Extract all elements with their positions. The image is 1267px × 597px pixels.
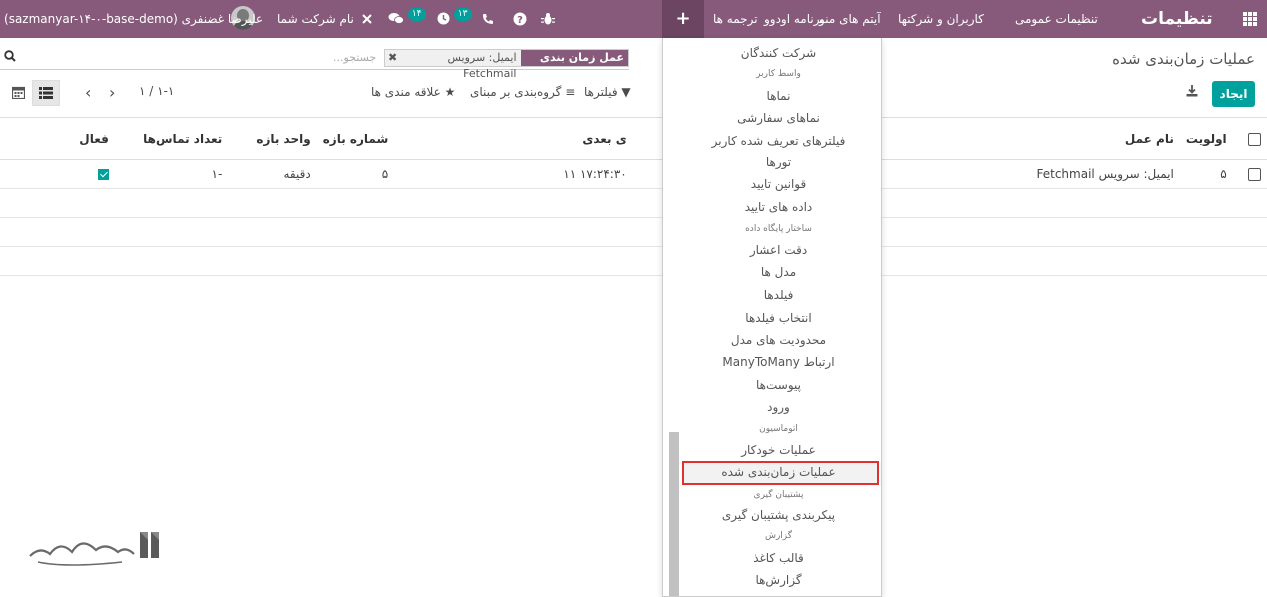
cell-name: ایمیل: سرویس Fetchmail — [1030, 159, 1180, 189]
dropdown-section-header: پشتیبان گیری — [753, 490, 804, 500]
cell-active — [0, 159, 115, 189]
table-row[interactable]: ۵ ایمیل: سرویس Fetchmail ۱۷:۲۴:۳۰ ۱۱ ۵ د… — [0, 159, 1267, 189]
filters-label: فیلترها — [584, 85, 618, 99]
dropdown-section-header: واسط کاربر — [756, 69, 801, 79]
chat-icon — [388, 13, 404, 24]
dropdown-menu-item[interactable]: پیکربندی پشتیبان گیری — [676, 508, 881, 522]
pager-value[interactable]: ۱-۱ / ۱ — [139, 84, 174, 98]
col-priority[interactable]: اولویت — [1179, 117, 1233, 160]
menu-odoo-app[interactable]: برنامه اودوو — [764, 0, 824, 38]
menu-general-settings[interactable]: تنظیمات عمومی — [1015, 0, 1098, 38]
col-interval-unit[interactable]: واحد بازه — [228, 117, 317, 160]
select-all-checkbox[interactable] — [1232, 117, 1267, 160]
activity-menu[interactable]: ۱۳ — [437, 0, 472, 38]
chat-badge: ۱۴ — [407, 8, 426, 21]
dropdown-menu-item[interactable]: فیلدها — [676, 288, 881, 302]
menu-translations[interactable]: ترجمه ها — [713, 0, 758, 38]
col-name[interactable]: نام عمل — [1030, 117, 1180, 160]
dropdown-menu-item[interactable]: پیوست‌ها — [676, 378, 881, 392]
table-header-row: اولویت نام عمل ی بعدی شماره بازه واحد با… — [0, 117, 1267, 160]
dropdown-section-header: اتوماسیون — [759, 424, 798, 434]
star-icon: ★ — [444, 85, 456, 99]
favorites-label: علاقه مندی ها — [371, 85, 441, 99]
apps-grid-icon[interactable] — [1234, 0, 1258, 38]
clock-icon — [437, 12, 450, 25]
dropdown-section-header: ساختار پایگاه داده — [745, 224, 812, 234]
calendar-icon — [11, 86, 25, 100]
facet-label: عمل زمان بندی شده — [520, 50, 628, 80]
favorites-dropdown[interactable]: ★ علاقه مندی ها — [371, 85, 455, 99]
dropdown-menu-item[interactable]: دقت اعشار — [676, 243, 881, 257]
table-row-empty — [0, 246, 1267, 276]
table-row-empty — [0, 217, 1267, 247]
list-icon — [39, 87, 53, 99]
groupby-label: گروه‌بندی بر مبنای — [470, 85, 562, 99]
dropdown-menu-item[interactable]: نماهای سفارشی — [676, 111, 881, 125]
search-bar: عمل زمان بندی شده ایمیل: سرویس Fetchmail… — [0, 47, 629, 80]
dropdown-menu-item[interactable]: عملیات خودکار — [676, 443, 881, 457]
bars-icon: ≡ — [565, 85, 576, 99]
app-brand-title[interactable]: تنظیمات — [1141, 0, 1213, 38]
menu-users-companies[interactable]: کاربران و شرکتها — [898, 0, 984, 38]
svg-text:?: ? — [517, 15, 523, 26]
active-checkbox — [97, 169, 109, 180]
dropdown-section-header: گزارش — [764, 531, 793, 541]
search-facet[interactable]: عمل زمان بندی شده ایمیل: سرویس Fetchmail… — [384, 49, 629, 80]
dropdown-menu-item[interactable]: داده های تایید — [676, 200, 881, 214]
cell-interval-unit: دقیقه — [228, 159, 317, 189]
discuss-menu[interactable]: ۱۴ — [388, 0, 426, 38]
dropdown-menu-item[interactable]: قالب کاغذ — [676, 551, 881, 565]
user-name[interactable]: علیرضا غضنفری (sazmanyar-۱۴-۰-base-demo) — [4, 0, 263, 38]
download-icon[interactable] — [1186, 85, 1200, 99]
dropdown-menu-item[interactable]: گزارش‌ها — [676, 573, 881, 587]
col-next-execution[interactable]: ی بعدی — [394, 117, 633, 160]
plus-menu-button[interactable]: + — [662, 0, 704, 38]
page-title: عملیات زمان‌بندی شده — [1112, 50, 1255, 68]
col-active[interactable]: فعال — [0, 117, 115, 160]
remove-facet-icon[interactable]: ✖ — [385, 50, 401, 66]
pager-prev-icon[interactable]: › — [85, 83, 91, 102]
company-switch-close-icon[interactable] — [361, 0, 373, 38]
filter-icon: ▼ — [621, 85, 631, 99]
cell-next-execution: ۱۷:۲۴:۳۰ ۱۱ — [394, 159, 633, 189]
technical-dropdown-menu: شرکت کنندگان واسط کاربر نماها نماهای سفارشی… — [662, 38, 882, 597]
dropdown-menu-item[interactable]: فیلترهای تعریف شده کاربر — [676, 134, 881, 148]
calendar-view-button[interactable] — [4, 80, 32, 106]
company-name[interactable]: نام شرکت شما — [277, 0, 354, 38]
cell-number-of-calls: -۱ — [114, 159, 229, 189]
facet-value: ایمیل: سرویس Fetchmail — [400, 50, 521, 80]
dropdown-menu-item[interactable]: شرکت کنندگان — [676, 46, 881, 60]
list-view-button[interactable] — [32, 80, 60, 106]
col-interval-number[interactable]: شماره بازه — [316, 117, 395, 160]
dropdown-menu-item[interactable]: ورود — [676, 400, 881, 414]
create-button[interactable]: ایجاد — [1212, 81, 1255, 107]
dropdown-menu-item[interactable]: تورها — [676, 155, 881, 169]
search-input[interactable]: جستجو... — [333, 51, 376, 64]
pager-next-icon[interactable]: ‹ — [109, 83, 115, 102]
top-navbar: تنظیمات تنظیمات عمومی کاربران و شرکتها آ… — [0, 0, 1267, 38]
dropdown-menu-item[interactable]: نماها — [676, 89, 881, 103]
cell-interval-number: ۵ — [316, 159, 395, 189]
dropdown-menu-item[interactable]: قوانین تایید — [676, 177, 881, 191]
bug-icon[interactable] — [541, 0, 555, 38]
activity-badge: ۱۳ — [453, 8, 472, 21]
table-row-empty — [0, 188, 1267, 218]
search-icon[interactable] — [4, 50, 16, 64]
dropdown-menu-item[interactable]: محدودیت های مدل — [676, 333, 881, 347]
phone-icon[interactable] — [482, 0, 494, 38]
scheduled-actions-table: اولویت نام عمل ی بعدی شماره بازه واحد با… — [0, 117, 1267, 276]
cell-priority: ۵ — [1179, 159, 1233, 189]
menu-menu-items[interactable]: آیتم های منو — [819, 0, 881, 38]
dropdown-menu-item[interactable]: مدل ها — [676, 265, 881, 279]
col-number-of-calls[interactable]: تعداد تماس‌ها — [114, 117, 229, 160]
row-checkbox[interactable] — [1232, 159, 1267, 189]
help-icon[interactable]: ? — [513, 0, 527, 38]
watermark-logo — [26, 522, 168, 574]
calls-value: -۱ — [211, 167, 223, 181]
dropdown-menu-item[interactable]: عملیات زمان‌بندی شده — [676, 465, 881, 479]
groupby-dropdown[interactable]: ≡ گروه‌بندی بر مبنای — [470, 85, 575, 99]
dropdown-menu-item[interactable]: انتخاب فیلدها — [676, 311, 881, 325]
dropdown-menu-item[interactable]: ارتباط ManyToMany — [676, 355, 881, 369]
filters-dropdown[interactable]: ▼ فیلترها — [584, 85, 631, 99]
